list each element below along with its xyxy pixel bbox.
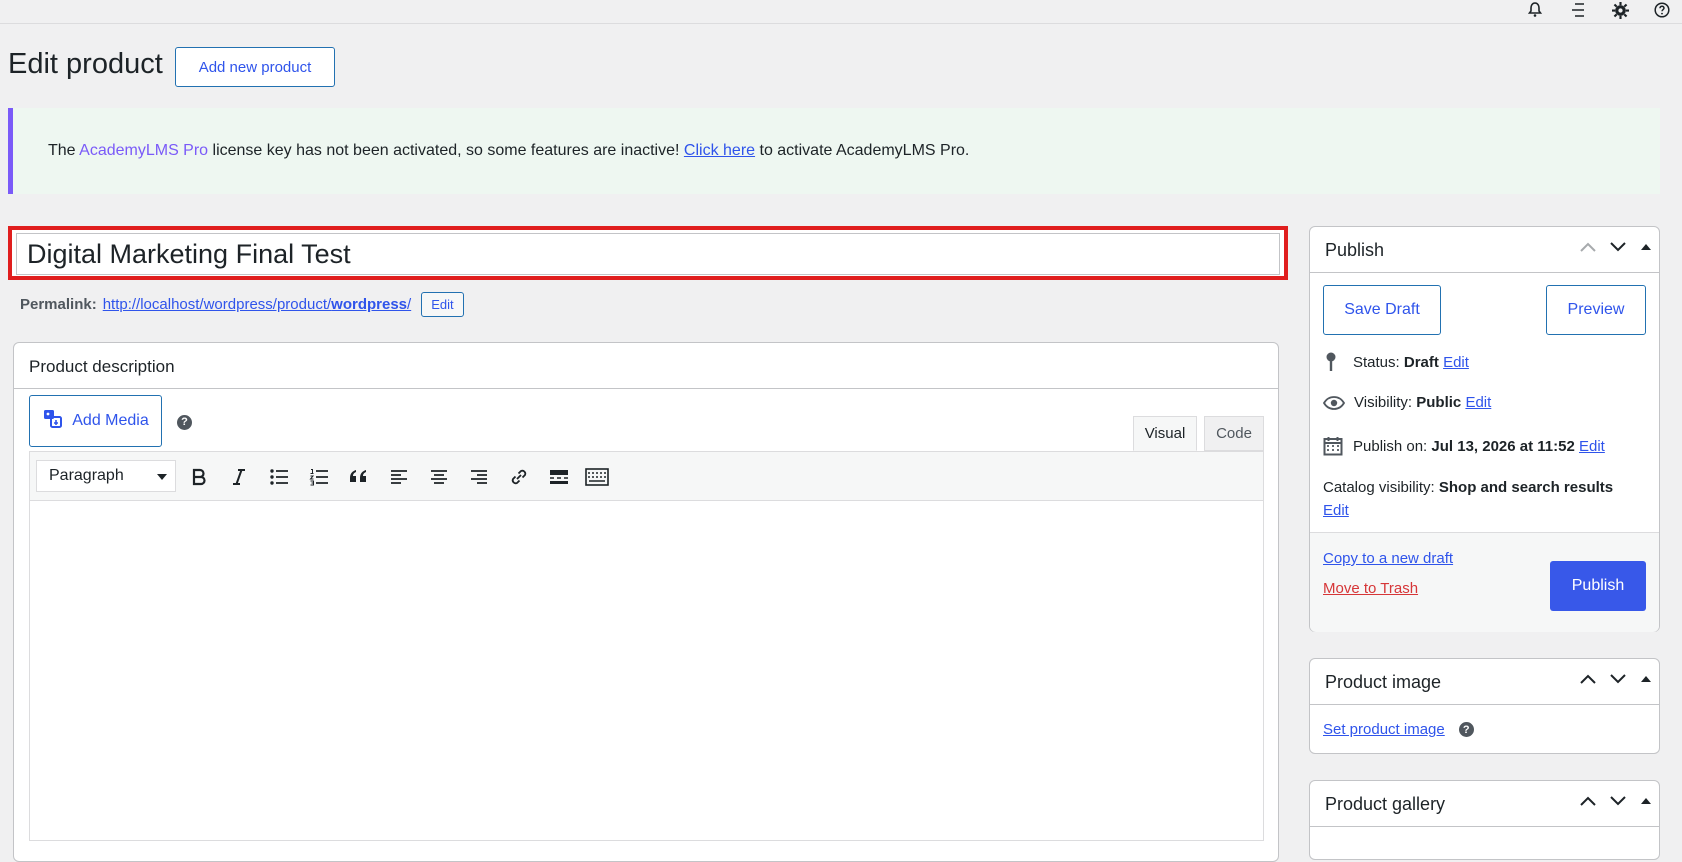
format-value: Paragraph [49, 467, 124, 484]
product-image-title: Product image [1325, 672, 1442, 692]
panel-header: Product description [14, 343, 1278, 389]
publish-date-edit-link[interactable]: Edit [1579, 438, 1605, 455]
eye-icon [1323, 395, 1345, 410]
permalink-base: http://localhost/wordpress/product/ [102, 296, 332, 313]
publish-header: Publish [1310, 227, 1659, 273]
product-image-box: Product image Set product image ? [1309, 658, 1660, 754]
menu-icon[interactable] [1568, 0, 1588, 20]
catalog-edit-row: Edit [1323, 502, 1349, 519]
permalink-slug: wordpress [331, 296, 408, 313]
publish-actions: Copy to a new draft Move to Trash Publis… [1310, 532, 1659, 632]
add-new-product-button[interactable]: Add new product [175, 47, 335, 87]
product-gallery-title: Product gallery [1325, 794, 1446, 814]
help-glyph: ? [177, 414, 192, 430]
notice-suffix: to activate AcademyLMS Pro. [755, 142, 970, 159]
notification-icon[interactable] [1525, 0, 1545, 20]
tab-visual[interactable]: Visual [1133, 416, 1197, 451]
notice-brand: AcademyLMS Pro [79, 142, 209, 159]
editor-toolbar: Paragraph [29, 451, 1264, 501]
copy-draft-link[interactable]: Copy to a new draft [1323, 550, 1453, 567]
status-value: Draft [1403, 353, 1439, 371]
help-icon[interactable] [1652, 0, 1672, 20]
publish-on-label: Publish on: [1353, 437, 1428, 455]
publish-button[interactable]: Publish [1550, 561, 1646, 611]
product-image-header: Product image [1310, 659, 1659, 705]
permalink-label: Permalink: [20, 296, 97, 313]
notice-prefix: The [48, 142, 80, 159]
publish-controls [1579, 241, 1653, 253]
permalink-edit-button[interactable]: Edit [421, 292, 464, 317]
link-icon[interactable] [506, 464, 532, 490]
bold-icon[interactable] [186, 464, 212, 490]
toolbar-toggle-icon[interactable] [584, 464, 610, 490]
publish-title: Publish [1325, 240, 1385, 260]
collapse-icon[interactable] [1639, 242, 1653, 252]
move-to-trash-link[interactable]: Move to Trash [1323, 580, 1418, 597]
tab-code[interactable]: Code [1204, 416, 1264, 451]
move-up-icon[interactable] [1579, 673, 1597, 685]
move-up-icon[interactable] [1579, 795, 1597, 807]
catalog-visibility-row: Catalog visibility: Shop and search resu… [1323, 479, 1613, 496]
product-gallery-box: Product gallery [1309, 780, 1660, 860]
status-row: Status: Draft Edit [1323, 351, 1469, 373]
bullet-list-icon[interactable] [266, 464, 292, 490]
read-more-icon[interactable] [546, 464, 572, 490]
help-tooltip-icon[interactable]: ? [177, 412, 192, 430]
status-edit-link[interactable]: Edit [1443, 354, 1469, 371]
title-highlight: Digital Marketing Final Test [8, 226, 1288, 280]
visibility-label: Visibility: [1354, 394, 1413, 411]
add-media-label: Add Media [72, 412, 149, 429]
italic-icon[interactable] [226, 464, 252, 490]
pin-icon [1326, 352, 1336, 371]
collapse-icon[interactable] [1639, 796, 1653, 806]
move-down-icon[interactable] [1609, 673, 1627, 685]
set-product-image-link[interactable]: Set product image [1323, 721, 1445, 738]
chevron-down-icon [157, 474, 167, 480]
product-image-controls [1579, 673, 1653, 685]
help-tooltip-icon[interactable]: ? [1458, 722, 1474, 737]
product-gallery-header: Product gallery [1310, 781, 1659, 827]
page-title: Edit product [8, 48, 163, 80]
media-icon [42, 408, 64, 435]
publish-box: Publish Save Draft Preview Status: Draft… [1309, 226, 1660, 632]
visibility-edit-link[interactable]: Edit [1465, 394, 1491, 411]
move-down-icon[interactable] [1609, 795, 1627, 807]
editor-content-area[interactable] [29, 501, 1264, 841]
product-gallery-controls [1579, 795, 1653, 807]
set-image-row: Set product image ? [1323, 721, 1474, 738]
top-bar [0, 0, 1682, 24]
align-left-icon[interactable] [386, 464, 412, 490]
permalink-url[interactable]: http://localhost/wordpress/product/wordp… [103, 296, 411, 313]
publish-on-value: Jul 13, 2026 at 11:52 [1431, 437, 1575, 455]
settings-icon[interactable] [1610, 0, 1630, 20]
product-title-input[interactable]: Digital Marketing Final Test [16, 233, 1280, 275]
visibility-row: Visibility: Public Edit [1323, 394, 1491, 411]
catalog-edit-link[interactable]: Edit [1323, 502, 1349, 519]
permalink: Permalink: http://localhost/wordpress/pr… [20, 292, 464, 317]
move-up-icon[interactable] [1579, 241, 1597, 253]
format-select[interactable]: Paragraph [36, 460, 176, 492]
blockquote-icon[interactable] [346, 464, 372, 490]
preview-button[interactable]: Preview [1546, 285, 1646, 335]
move-down-icon[interactable] [1609, 241, 1627, 253]
notice-text: The AcademyLMS Pro license key has not b… [48, 142, 969, 160]
collapse-icon[interactable] [1639, 674, 1653, 684]
align-center-icon[interactable] [426, 464, 452, 490]
license-notice: The AcademyLMS Pro license key has not b… [8, 108, 1660, 194]
panel-title: Product description [29, 357, 175, 376]
calendar-icon [1323, 437, 1343, 456]
catalog-label: Catalog visibility: [1323, 479, 1435, 496]
catalog-value: Shop and search results [1438, 479, 1614, 496]
visibility-value: Public [1416, 394, 1462, 411]
publish-date-row: Publish on: Jul 13, 2026 at 11:52 Edit [1323, 436, 1605, 456]
numbered-list-icon[interactable] [306, 464, 332, 490]
permalink-trail: / [407, 296, 412, 313]
align-right-icon[interactable] [466, 464, 492, 490]
status-label: Status: [1353, 353, 1400, 371]
activate-link[interactable]: Click here [684, 142, 755, 159]
add-media-button[interactable]: Add Media [29, 395, 162, 447]
notice-middle: license key has not been activated, so s… [208, 142, 684, 159]
save-draft-button[interactable]: Save Draft [1323, 285, 1441, 335]
